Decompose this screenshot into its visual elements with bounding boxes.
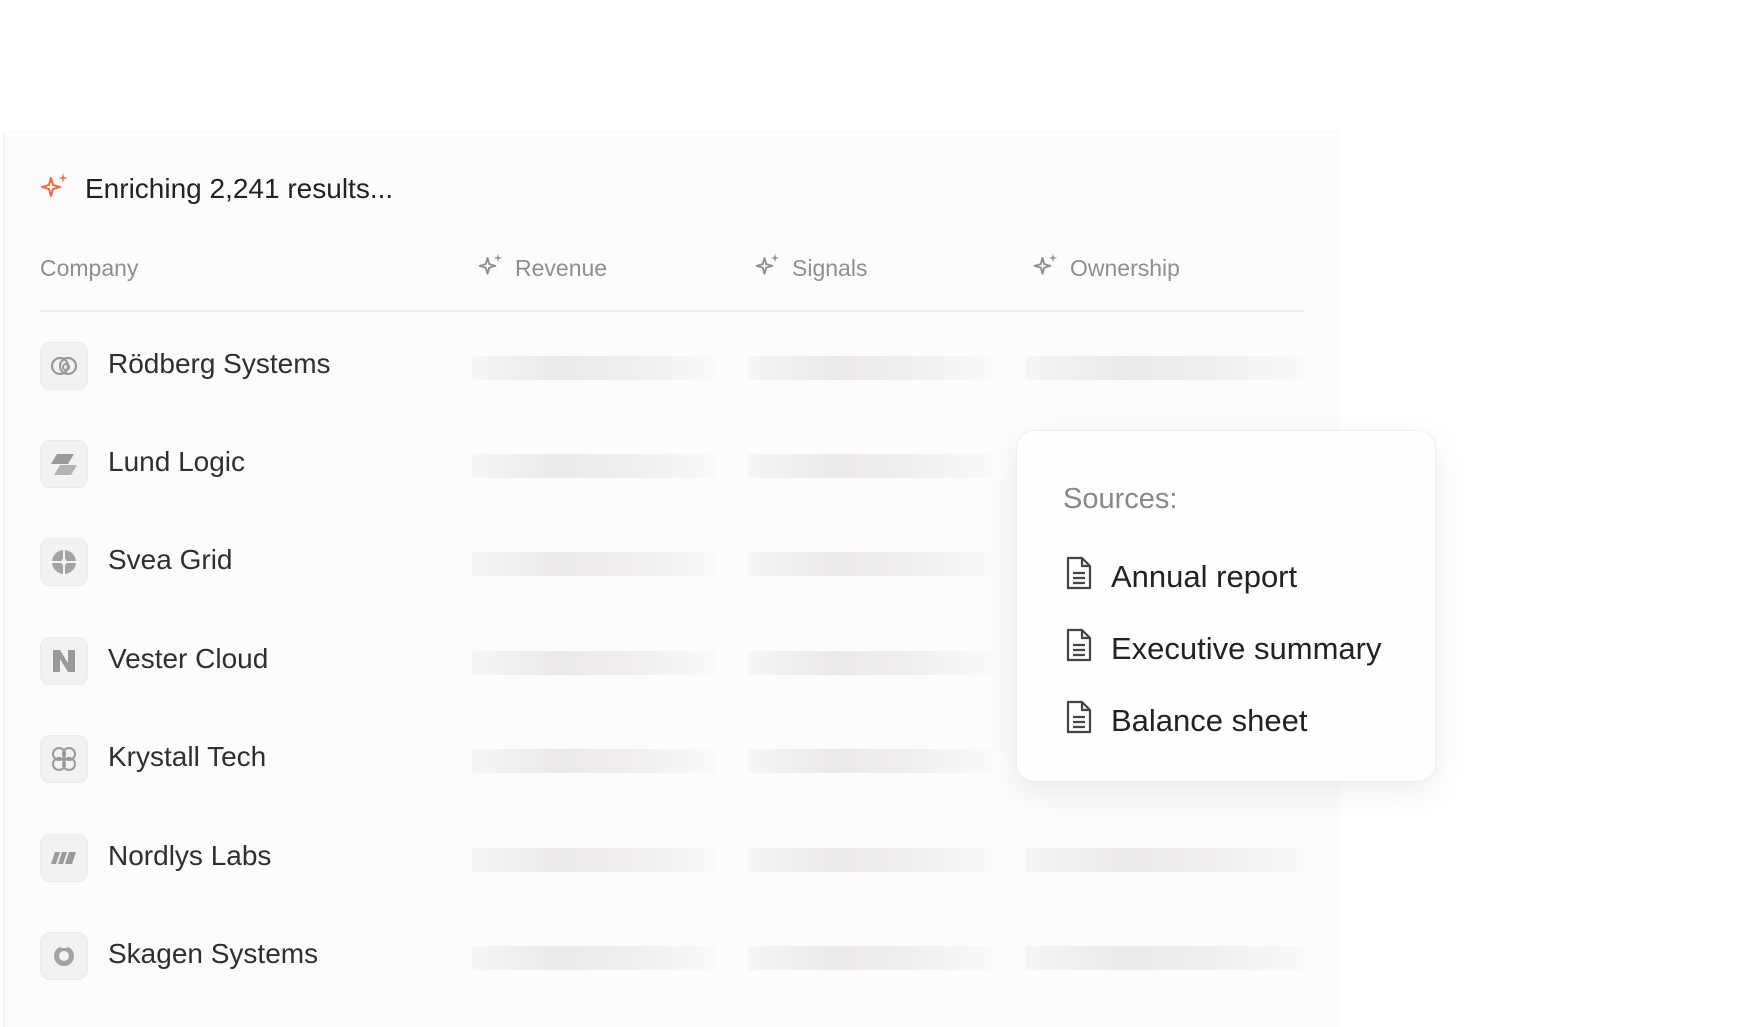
document-icon xyxy=(1063,699,1095,743)
table-row[interactable]: Rödberg Systems xyxy=(40,342,1305,392)
slanted-bars-logo xyxy=(40,440,88,488)
enrichment-status: Enriching 2,241 results... xyxy=(39,172,393,206)
petal-logo xyxy=(40,735,88,783)
sparkle-icon xyxy=(754,251,782,285)
sources-popover: Sources: Annual report Executive summary… xyxy=(1016,430,1436,782)
table-row[interactable]: Skagen Systems xyxy=(40,932,1305,982)
source-label: Balance sheet xyxy=(1111,703,1308,738)
source-label: Annual report xyxy=(1111,559,1298,594)
signals-placeholder xyxy=(748,848,992,872)
revenue-placeholder xyxy=(472,848,716,872)
revenue-placeholder xyxy=(472,356,716,380)
revenue-placeholder xyxy=(472,651,716,675)
column-label: Ownership xyxy=(1070,254,1180,281)
ring-logo xyxy=(40,932,88,980)
sources-label: Sources: xyxy=(1063,483,1178,515)
signals-placeholder xyxy=(748,651,992,675)
ownership-placeholder xyxy=(1025,356,1305,380)
sparkle-icon xyxy=(477,251,505,285)
company-name: Skagen Systems xyxy=(108,938,319,969)
column-label: Company xyxy=(40,254,139,281)
circle-grid-logo xyxy=(40,538,88,586)
status-text: Enriching 2,241 results... xyxy=(85,173,394,204)
signals-placeholder xyxy=(748,552,992,576)
column-header-revenue[interactable]: Revenue xyxy=(477,250,607,286)
company-name: Lund Logic xyxy=(108,446,246,477)
company-name: Svea Grid xyxy=(108,544,233,575)
source-item-annual-report[interactable]: Annual report xyxy=(1063,555,1298,599)
company-name: Rödberg Systems xyxy=(108,348,331,379)
sparkle-icon xyxy=(1032,251,1060,285)
revenue-placeholder xyxy=(472,749,716,773)
revenue-placeholder xyxy=(472,946,716,970)
signals-placeholder xyxy=(748,454,992,478)
source-item-balance-sheet[interactable]: Balance sheet xyxy=(1063,699,1308,743)
ownership-placeholder xyxy=(1025,848,1305,872)
revenue-placeholder xyxy=(472,552,716,576)
column-header-signals[interactable]: Signals xyxy=(754,250,867,286)
column-header-company[interactable]: Company xyxy=(40,250,138,286)
signals-placeholder xyxy=(748,749,992,773)
document-icon xyxy=(1063,555,1095,599)
table-row[interactable]: Nordlys Labs xyxy=(40,834,1305,884)
source-label: Executive summary xyxy=(1111,631,1382,666)
interlocking-rings-logo xyxy=(40,342,88,390)
signals-placeholder xyxy=(748,946,992,970)
revenue-placeholder xyxy=(472,454,716,478)
column-label: Signals xyxy=(792,254,868,281)
ownership-placeholder xyxy=(1025,946,1305,970)
company-name: Nordlys Labs xyxy=(108,840,272,871)
column-label: Revenue xyxy=(515,254,608,281)
n-letter-logo xyxy=(40,637,88,685)
column-header-ownership[interactable]: Ownership xyxy=(1032,250,1180,286)
company-name: Krystall Tech xyxy=(108,741,267,772)
stripes-logo xyxy=(40,834,88,882)
company-name: Vester Cloud xyxy=(108,643,269,674)
document-icon xyxy=(1063,627,1095,671)
signals-placeholder xyxy=(748,356,992,380)
table-header: Company Revenue Signals Ownership xyxy=(40,250,1304,312)
sparkle-icon xyxy=(39,170,71,209)
source-item-executive-summary[interactable]: Executive summary xyxy=(1063,627,1382,671)
